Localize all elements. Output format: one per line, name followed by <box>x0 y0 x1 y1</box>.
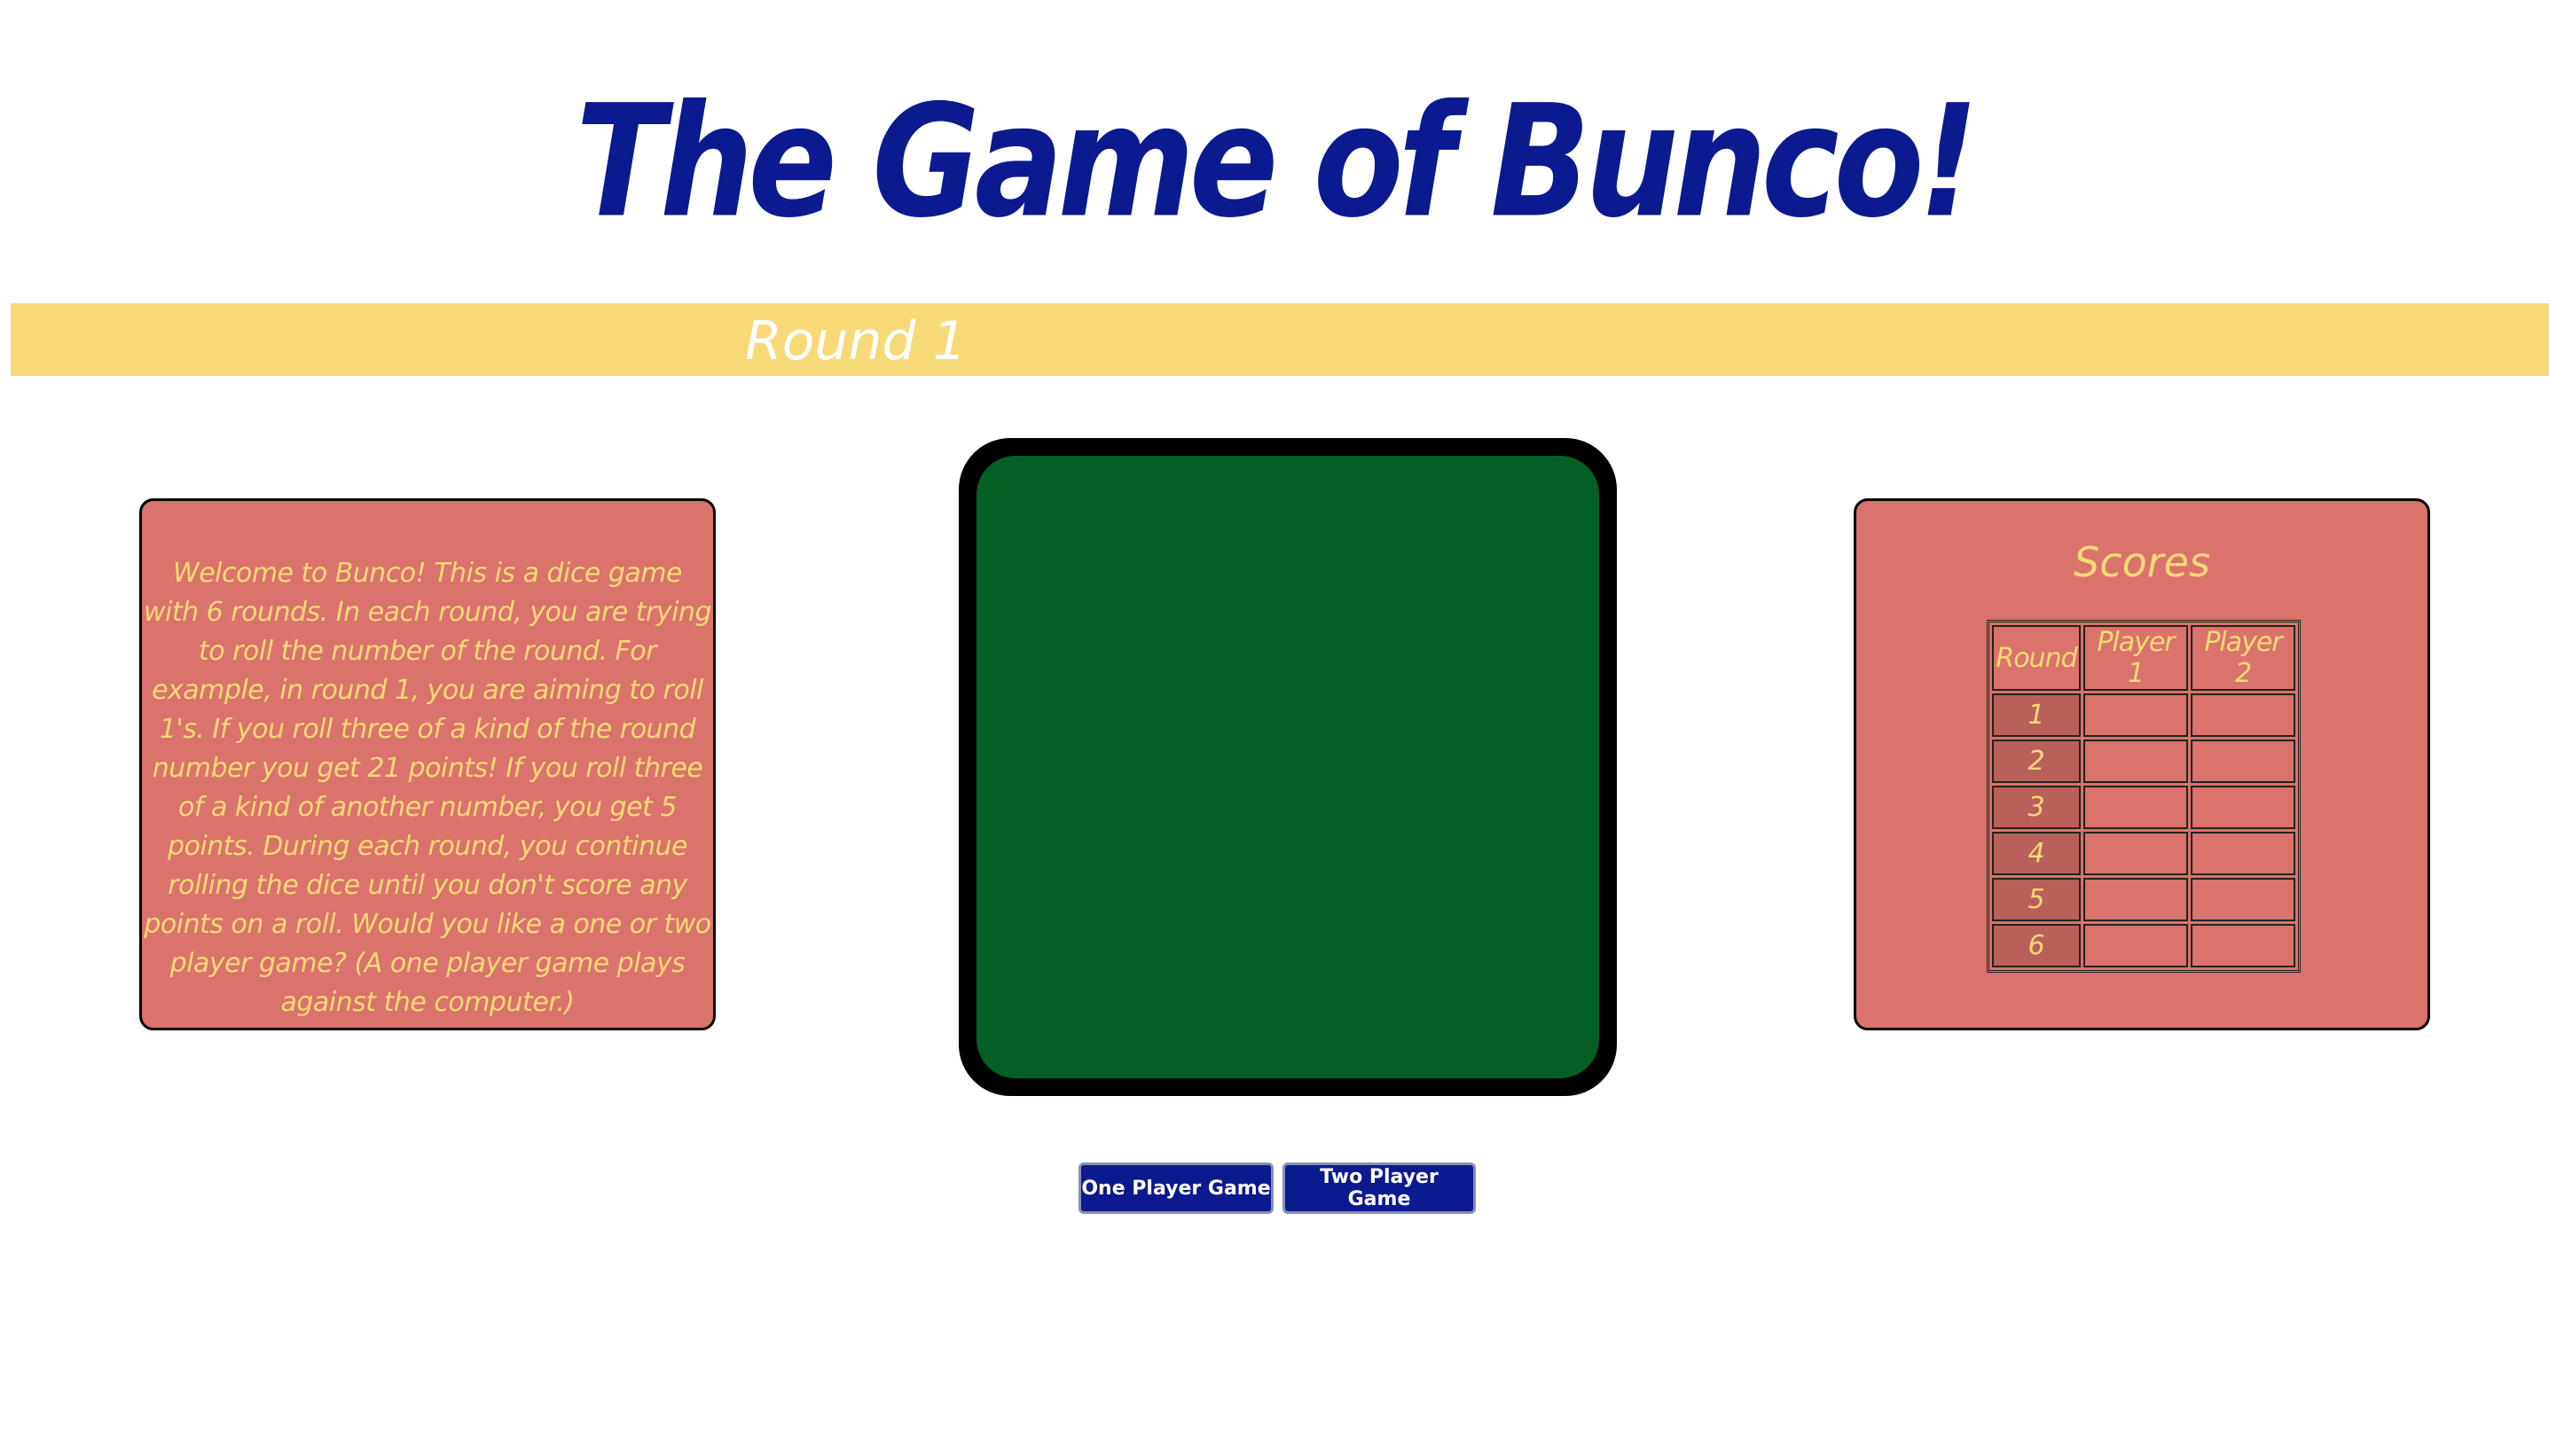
player-1-score-cell <box>2083 924 2188 967</box>
round-number-cell: 5 <box>1992 878 2081 921</box>
table-row: 2 <box>1992 740 2295 783</box>
round-label: Round 1 <box>745 310 967 372</box>
round-number-cell: 3 <box>1992 786 2081 829</box>
player-2-score-cell <box>2191 878 2295 921</box>
player-1-score-cell <box>2083 832 2188 875</box>
player-1-score-cell <box>2083 878 2188 921</box>
table-row: 3 <box>1992 786 2295 829</box>
round-bar <box>11 303 2549 376</box>
round-number-cell: 4 <box>1992 832 2081 875</box>
dice-board-felt <box>976 456 1599 1078</box>
player-2-score-cell <box>2191 832 2295 875</box>
instructions-panel: Welcome to Bunco! This is a dice game wi… <box>139 498 716 1030</box>
column-header-player-1: Player 1 <box>2083 625 2188 691</box>
scores-table: Round Player 1 Player 2 1 2 3 4 5 6 <box>1987 620 2301 973</box>
two-player-game-button[interactable]: Two Player Game <box>1282 1162 1476 1214</box>
player-2-score-cell <box>2191 693 2295 737</box>
scores-title: Scores <box>2074 538 2210 586</box>
scores-header-row: Round Player 1 Player 2 <box>1992 625 2295 691</box>
column-header-round: Round <box>1992 625 2081 691</box>
round-number-cell: 2 <box>1992 740 2081 783</box>
table-row: 4 <box>1992 832 2295 875</box>
player-2-score-cell <box>2191 740 2295 783</box>
player-1-score-cell <box>2083 693 2188 737</box>
table-row: 1 <box>1992 693 2295 737</box>
player-2-score-cell <box>2191 924 2295 967</box>
table-row: 5 <box>1992 878 2295 921</box>
player-1-score-cell <box>2083 786 2188 829</box>
round-number-cell: 1 <box>1992 693 2081 737</box>
dice-board <box>959 438 1617 1096</box>
column-header-player-2: Player 2 <box>2191 625 2295 691</box>
round-number-cell: 6 <box>1992 924 2081 967</box>
instructions-text: Welcome to Bunco! This is a dice game wi… <box>144 558 712 1018</box>
one-player-game-button[interactable]: One Player Game <box>1078 1162 1274 1214</box>
table-row: 6 <box>1992 924 2295 967</box>
player-2-score-cell <box>2191 786 2295 829</box>
page-title: The Game of Bunco! <box>576 71 1979 252</box>
scores-panel: Scores Round Player 1 Player 2 1 2 3 4 5… <box>1854 498 2430 1030</box>
player-1-score-cell <box>2083 740 2188 783</box>
